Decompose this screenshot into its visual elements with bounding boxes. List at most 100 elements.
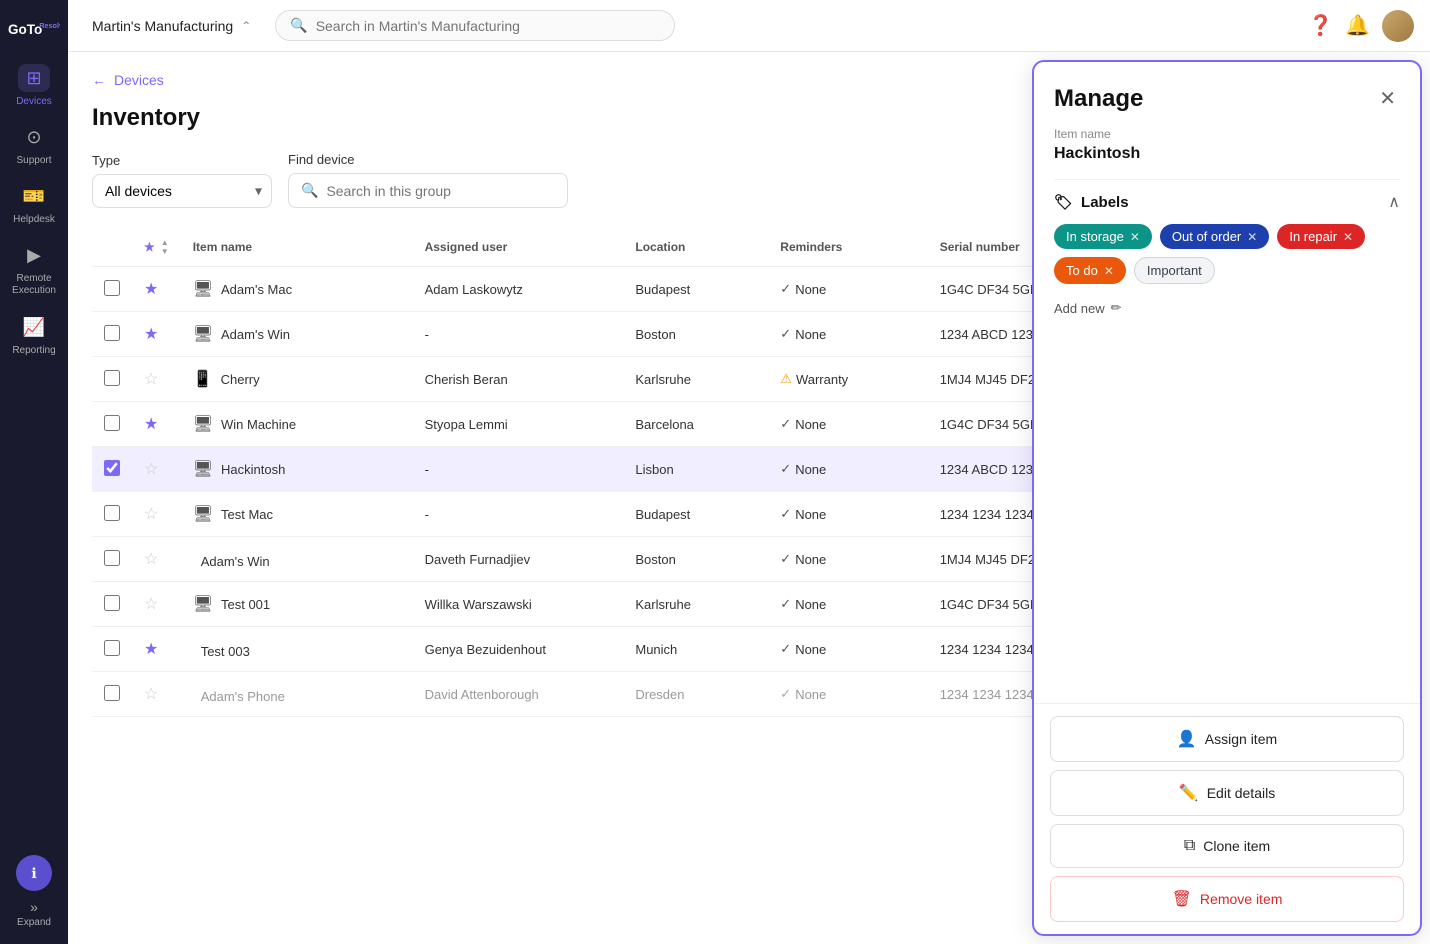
- add-new-label-row[interactable]: Add new ✏: [1054, 300, 1400, 332]
- label-chip-important[interactable]: Important: [1134, 257, 1215, 284]
- star-icon[interactable]: ★: [144, 326, 158, 343]
- row-checkbox[interactable]: [104, 595, 120, 611]
- remove-button[interactable]: 🗑Remove item: [1050, 876, 1404, 922]
- row-checkbox[interactable]: [104, 370, 120, 386]
- device-type-icon: 🖥: [193, 279, 213, 299]
- row-checkbox-cell[interactable]: [92, 582, 132, 627]
- row-device-name-cell: Adam's Win: [181, 537, 413, 582]
- row-location: Budapest: [623, 267, 768, 312]
- label-chip-remove[interactable]: ✕: [1130, 230, 1140, 244]
- row-star-cell[interactable]: ★: [132, 312, 181, 357]
- global-search-input[interactable]: [316, 18, 661, 34]
- star-icon[interactable]: ★: [144, 416, 158, 433]
- search-icon: 🔍: [290, 17, 307, 34]
- row-star-cell[interactable]: ☆: [132, 582, 181, 627]
- assign-button-label: Assign item: [1205, 731, 1277, 747]
- org-selector[interactable]: Martin's Manufacturing ⌃: [84, 14, 259, 38]
- row-star-cell[interactable]: ☆: [132, 537, 181, 582]
- expand-button[interactable]: » Expand: [17, 899, 51, 928]
- star-icon[interactable]: ☆: [144, 371, 158, 388]
- edit-pencil-icon: ✏: [1111, 300, 1122, 316]
- row-star-cell[interactable]: ★: [132, 627, 181, 672]
- row-checkbox-cell[interactable]: [92, 447, 132, 492]
- sidebar-item-devices[interactable]: ⊞ Devices: [0, 56, 68, 115]
- label-chip-to_do[interactable]: To do✕: [1054, 257, 1126, 284]
- row-star-cell[interactable]: ☆: [132, 447, 181, 492]
- row-checkbox-cell[interactable]: [92, 672, 132, 717]
- assign-button[interactable]: 👤 Assign item: [1050, 716, 1404, 762]
- assign-button-icon: 👤: [1177, 729, 1197, 749]
- row-checkbox[interactable]: [104, 640, 120, 656]
- label-chip-remove[interactable]: ✕: [1343, 230, 1353, 244]
- row-star-cell[interactable]: ★: [132, 267, 181, 312]
- star-icon[interactable]: ★: [144, 281, 158, 298]
- type-select[interactable]: All devices Mac Windows iOS Android: [92, 174, 272, 208]
- row-checkbox-cell[interactable]: [92, 267, 132, 312]
- row-star-cell[interactable]: ★: [132, 402, 181, 447]
- avatar[interactable]: [1382, 10, 1414, 42]
- row-checkbox[interactable]: [104, 415, 120, 431]
- star-icon[interactable]: ☆: [144, 551, 158, 568]
- label-chip-in_storage[interactable]: In storage✕: [1054, 224, 1152, 249]
- row-star-cell[interactable]: ☆: [132, 492, 181, 537]
- item-name-field: Item name Hackintosh: [1054, 127, 1400, 163]
- clone-button-icon: ⧉: [1184, 837, 1195, 855]
- star-icon[interactable]: ☆: [144, 506, 158, 523]
- star-icon[interactable]: ★: [144, 641, 158, 658]
- row-reminder: ✓ None: [768, 267, 927, 312]
- row-checkbox[interactable]: [104, 685, 120, 701]
- label-chip-in_repair[interactable]: In repair✕: [1277, 224, 1365, 249]
- row-reminder: ✓ None: [768, 627, 927, 672]
- row-checkbox[interactable]: [104, 505, 120, 521]
- row-checkbox-cell[interactable]: [92, 537, 132, 582]
- bell-icon[interactable]: 🔔: [1345, 13, 1370, 38]
- info-button[interactable]: ℹ: [16, 855, 52, 891]
- label-chip-remove[interactable]: ✕: [1104, 264, 1114, 278]
- row-reminder: ✓ None: [768, 492, 927, 537]
- row-checkbox[interactable]: [104, 550, 120, 566]
- row-checkbox-cell[interactable]: [92, 492, 132, 537]
- manage-body: Item name Hackintosh 🏷 Labels ∧ In stora…: [1034, 127, 1420, 703]
- manage-close-button[interactable]: ✕: [1375, 82, 1400, 115]
- row-location: Munich: [623, 627, 768, 672]
- label-chip-out_of_order[interactable]: Out of order✕: [1160, 224, 1269, 249]
- row-location: Karlsruhe: [623, 582, 768, 627]
- edit-button-icon: ✏️: [1179, 783, 1199, 803]
- global-search[interactable]: 🔍: [275, 10, 675, 41]
- row-checkbox[interactable]: [104, 460, 120, 476]
- star-icon[interactable]: ☆: [144, 461, 158, 478]
- labels-toggle-button[interactable]: ∧: [1388, 192, 1400, 212]
- row-checkbox-cell[interactable]: [92, 312, 132, 357]
- sidebar-item-reporting[interactable]: 📈 Reporting: [0, 305, 68, 364]
- find-device-input[interactable]: 🔍: [288, 173, 568, 208]
- topbar-right: ❓ 🔔: [1308, 10, 1414, 42]
- star-icon[interactable]: ☆: [144, 596, 158, 613]
- row-location: Lisbon: [623, 447, 768, 492]
- label-chip-remove[interactable]: ✕: [1247, 230, 1257, 244]
- row-checkbox[interactable]: [104, 280, 120, 296]
- help-icon[interactable]: ❓: [1308, 13, 1333, 38]
- sidebar-item-support[interactable]: ⊙ Support: [0, 115, 68, 174]
- star-sort-icon[interactable]: ★: [144, 240, 155, 254]
- device-name: Adam's Mac: [221, 282, 292, 297]
- sidebar-item-helpdesk[interactable]: 🎫 Helpdesk: [0, 174, 68, 233]
- type-filter-group: Type All devices Mac Windows iOS Android: [92, 153, 272, 208]
- device-name: Test Mac: [221, 507, 273, 522]
- edit-button[interactable]: ✏️Edit details: [1050, 770, 1404, 816]
- sidebar-logo[interactable]: GoTo Resolve: [0, 8, 68, 52]
- reminder-text: None: [795, 642, 826, 657]
- device-name: Win Machine: [221, 417, 296, 432]
- row-star-cell[interactable]: ☆: [132, 672, 181, 717]
- device-type-icon: 🖥: [193, 459, 213, 479]
- row-checkbox-cell[interactable]: [92, 627, 132, 672]
- star-icon[interactable]: ☆: [144, 686, 158, 703]
- sidebar-item-remote[interactable]: ▶ RemoteExecution: [0, 233, 68, 305]
- row-star-cell[interactable]: ☆: [132, 357, 181, 402]
- row-checkbox-cell[interactable]: [92, 357, 132, 402]
- clone-button[interactable]: ⧉Clone item: [1050, 824, 1404, 868]
- row-checkbox-cell[interactable]: [92, 402, 132, 447]
- sidebar-item-remote-label: RemoteExecution: [12, 273, 56, 297]
- find-device-text-input[interactable]: [326, 183, 555, 199]
- find-device-group: Find device 🔍: [288, 152, 568, 208]
- row-checkbox[interactable]: [104, 325, 120, 341]
